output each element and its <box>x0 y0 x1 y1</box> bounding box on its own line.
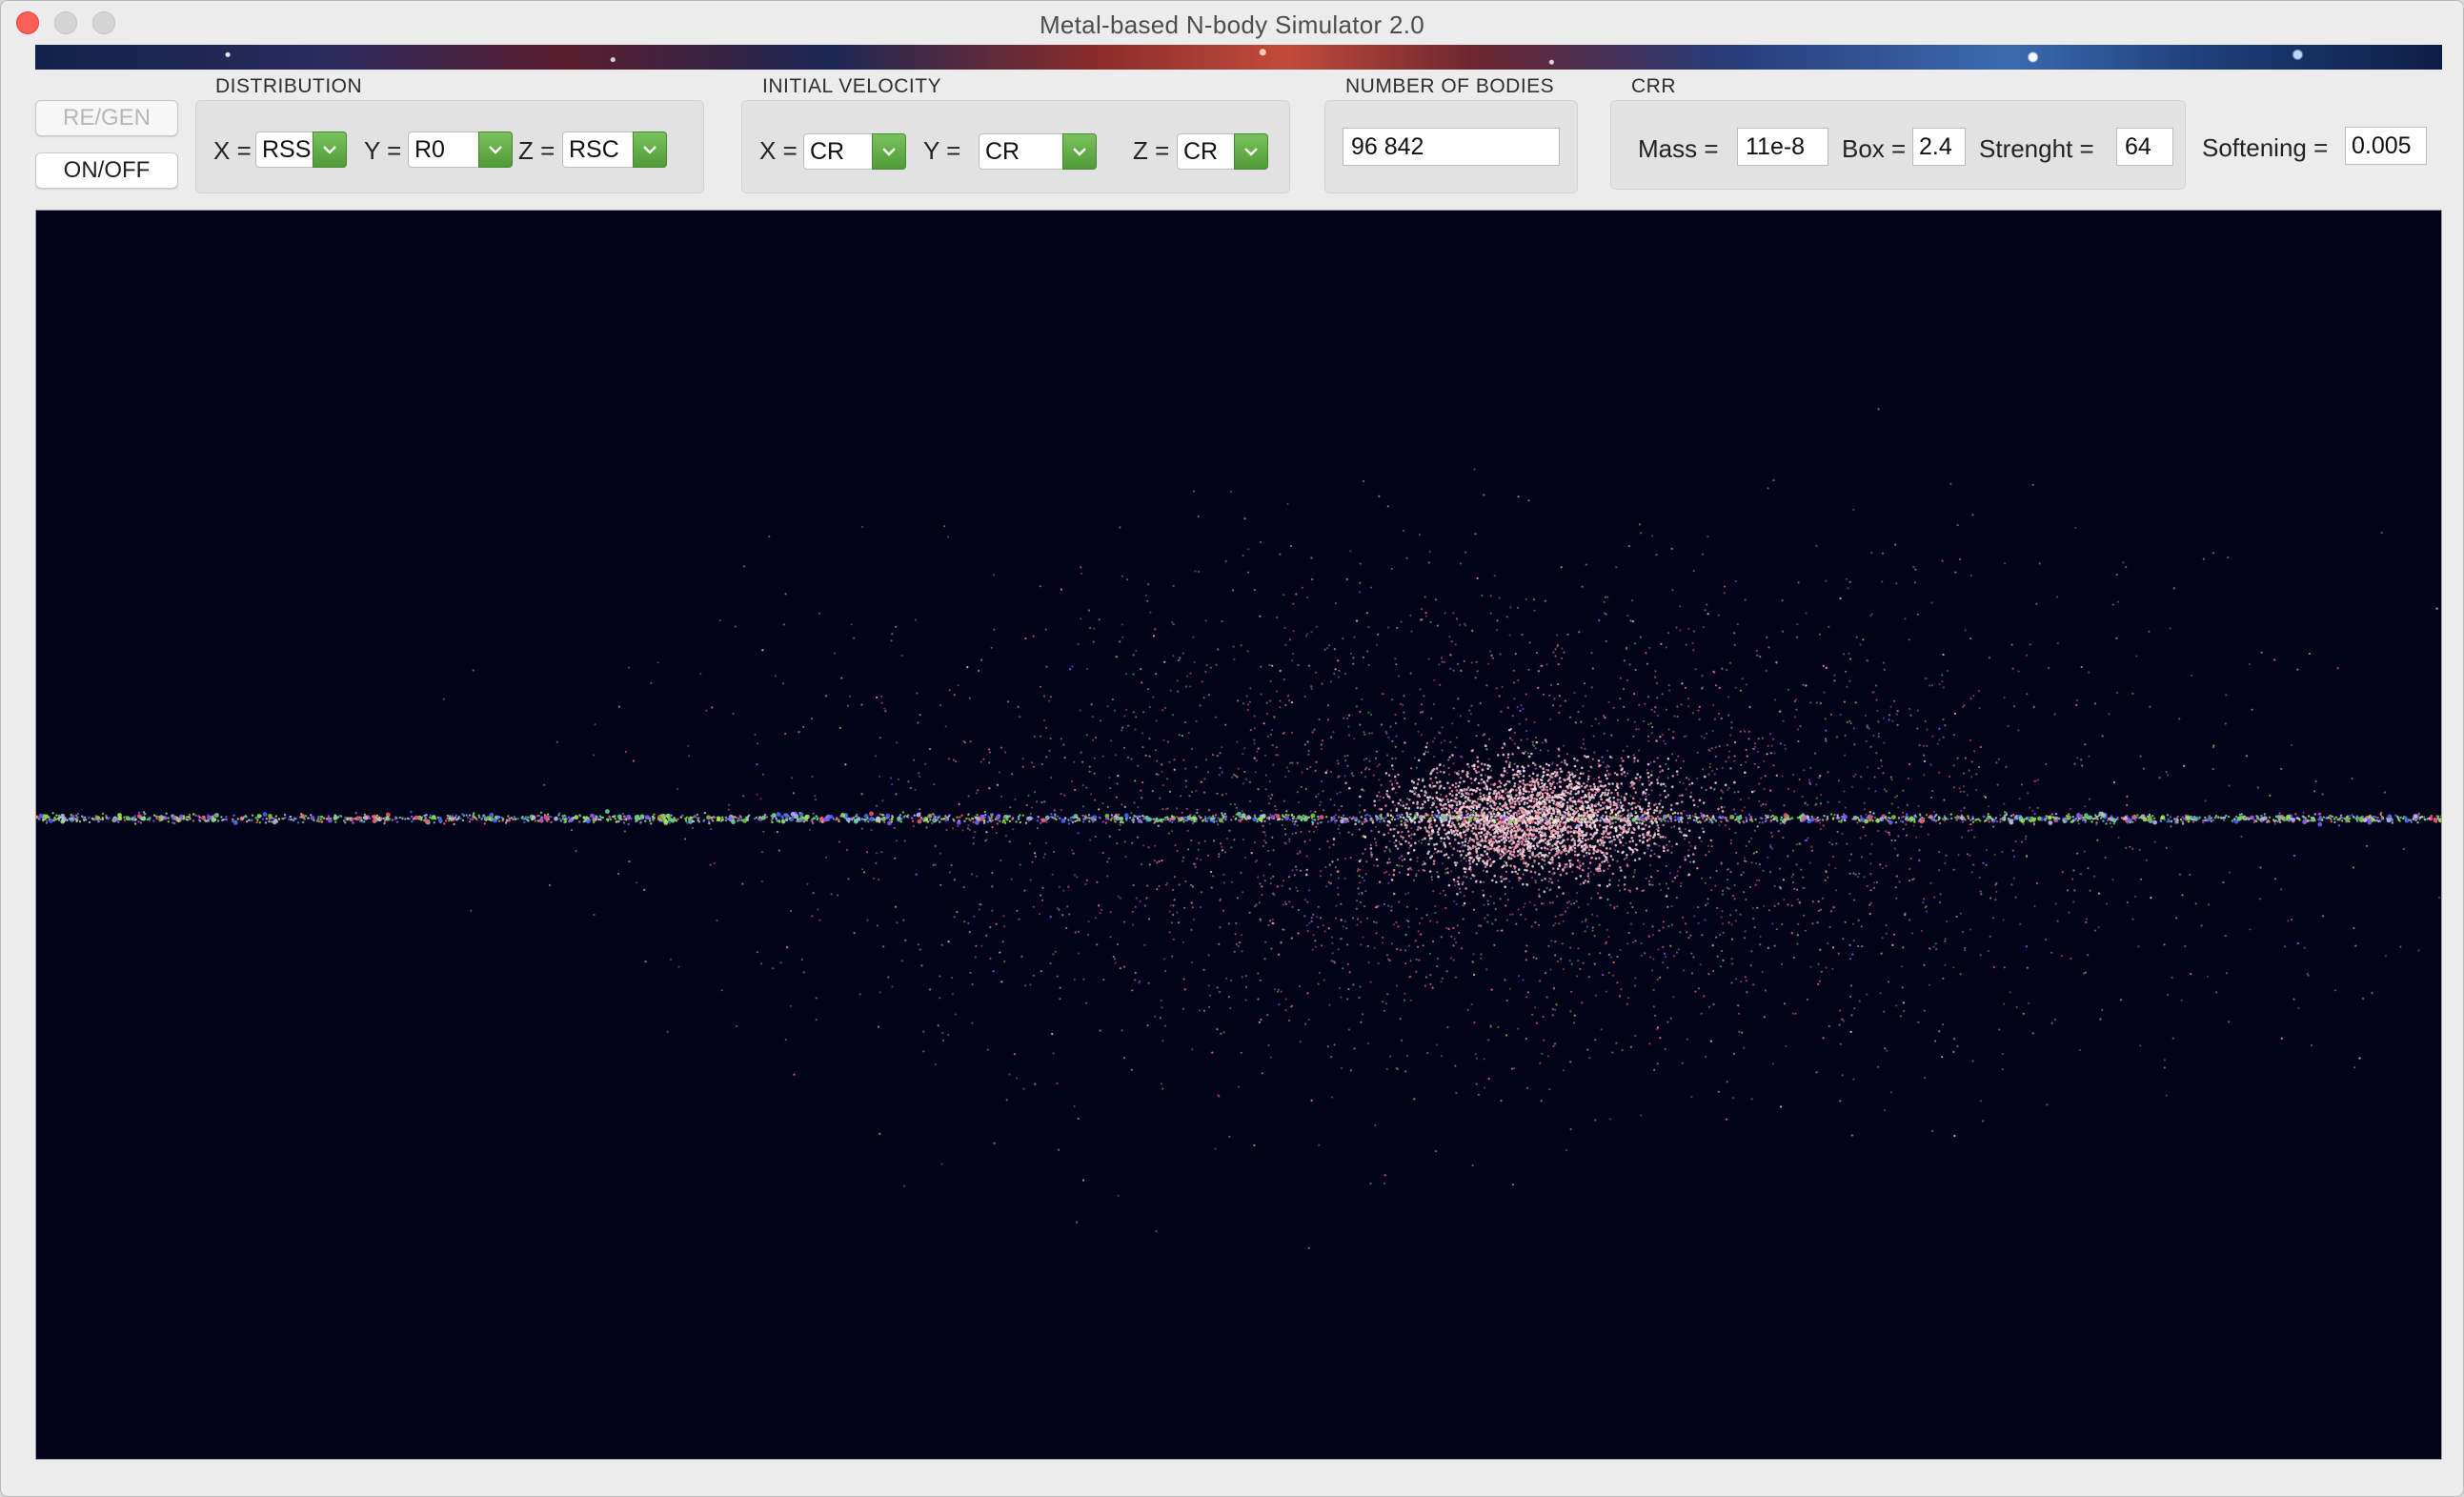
distribution-y-value: R0 <box>414 136 445 163</box>
number-of-bodies-label: NUMBER OF BODIES <box>1345 75 1555 97</box>
chevron-down-icon[interactable] <box>478 131 513 168</box>
onoff-button[interactable]: ON/OFF <box>35 152 178 189</box>
velocity-z-value: CR <box>1183 138 1219 165</box>
number-of-bodies-group: 96 842 <box>1324 100 1578 193</box>
distribution-y-label: Y = <box>364 136 402 165</box>
softening-input[interactable]: 0.005 <box>2345 127 2427 165</box>
app-window: Metal-based N-body Simulator 2.0 RE/GEN … <box>0 0 2464 1497</box>
distribution-y-select[interactable]: R0 <box>408 131 513 168</box>
galaxy-banner-image <box>35 45 2442 70</box>
velocity-x-label: X = <box>759 136 798 165</box>
velocity-x-select[interactable]: CR <box>803 133 906 170</box>
box-label: Box = <box>1842 134 1907 163</box>
distribution-x-label: X = <box>213 136 252 165</box>
velocity-y-label: Y = <box>923 136 961 165</box>
box-input[interactable]: 2.4 <box>1912 128 1966 166</box>
distribution-z-value: RSC <box>569 136 619 163</box>
velocity-y-select[interactable]: CR <box>979 133 1097 170</box>
chevron-down-icon[interactable] <box>872 133 906 170</box>
window-title: Metal-based N-body Simulator 2.0 <box>1039 10 1425 39</box>
velocity-z-label: Z = <box>1133 136 1170 165</box>
initial-velocity-group: X = CR Y = CR Z = CR <box>741 100 1290 193</box>
simulation-viewport[interactable] <box>35 210 2442 1460</box>
regen-button[interactable]: RE/GEN <box>35 100 178 136</box>
chevron-down-icon[interactable] <box>313 131 347 168</box>
particle-field <box>36 408 2441 1249</box>
velocity-z-select[interactable]: CR <box>1177 133 1268 170</box>
number-of-bodies-input[interactable]: 96 842 <box>1343 128 1560 166</box>
crr-label: CRR <box>1631 75 1676 97</box>
distribution-z-select[interactable]: RSC <box>562 131 667 168</box>
chevron-down-icon[interactable] <box>1234 133 1268 170</box>
softening-label: Softening = <box>2202 133 2329 162</box>
distribution-label: DISTRIBUTION <box>215 75 363 97</box>
distribution-x-value: RSS <box>262 136 312 163</box>
velocity-y-value: CR <box>985 138 1020 165</box>
crr-group: Mass = 11e-8 Box = 2.4 Strenght = 64 <box>1610 100 2186 190</box>
distribution-z-label: Z = <box>518 136 555 165</box>
mass-label: Mass = <box>1638 134 1719 163</box>
velocity-x-value: CR <box>810 138 845 165</box>
chevron-down-icon[interactable] <box>633 131 667 168</box>
strength-label: Strenght = <box>1979 134 2094 163</box>
chevron-down-icon[interactable] <box>1062 133 1097 170</box>
mass-input[interactable]: 11e-8 <box>1737 128 1828 166</box>
distribution-group: X = RSS Y = R0 Z = RSC <box>195 100 704 193</box>
title-bar[interactable]: Metal-based N-body Simulator 2.0 <box>1 1 2463 45</box>
strength-input[interactable]: 64 <box>2116 128 2173 166</box>
initial-velocity-label: INITIAL VELOCITY <box>762 75 942 97</box>
distribution-x-select[interactable]: RSS <box>255 131 347 168</box>
